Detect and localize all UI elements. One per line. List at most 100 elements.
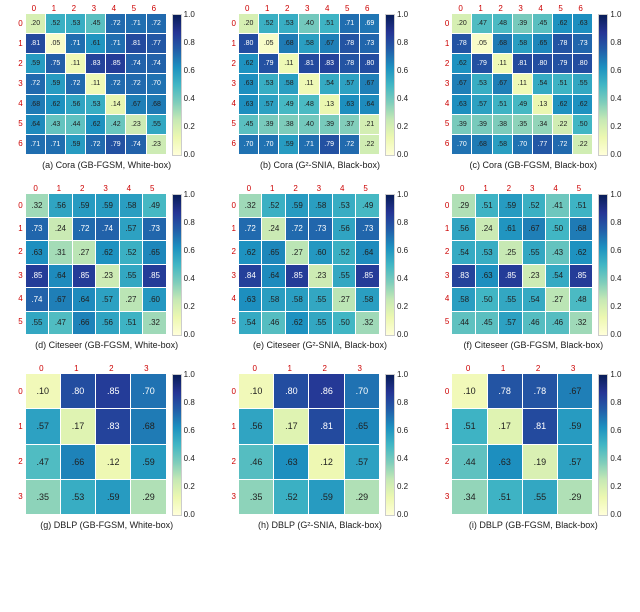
colorbar-tick: 0.8 <box>184 38 195 47</box>
heatmap-cell: .59 <box>66 135 85 154</box>
heatmap-cell: .05 <box>472 34 491 53</box>
heatmap-cell: .62 <box>286 312 309 335</box>
heatmap-cell: .56 <box>49 194 72 217</box>
colorbar-tick: 0.6 <box>184 66 195 75</box>
heatmap-cell: .83 <box>86 54 105 73</box>
heatmap-cell: .05 <box>46 34 65 53</box>
heatmap-cell: .55 <box>523 480 557 514</box>
heatmap-cell: .69 <box>360 14 379 33</box>
heatmap-cell: .68 <box>279 34 298 53</box>
heatmap-cell: .67 <box>49 288 72 311</box>
heatmap-d: .32.56.59.59.58.49.73.24.72.74.57.73.63.… <box>26 194 166 334</box>
heatmap-cell: .35 <box>513 115 532 134</box>
y-tick: 5 <box>445 119 449 128</box>
heatmap-cell: .73 <box>360 34 379 53</box>
heatmap-cell: .54 <box>523 288 546 311</box>
colorbar-d: 0.00.20.40.60.81.0 <box>172 194 200 336</box>
heatmap-cell: .10 <box>239 374 273 408</box>
y-tick: 3 <box>445 492 449 501</box>
heatmap-cell: .67 <box>320 34 339 53</box>
caption-f: (f) Citeseer (GB-FGSM, Black-box) <box>464 340 604 350</box>
x-axis-g: 0123 <box>26 364 166 374</box>
heatmap-cell: .44 <box>66 115 85 134</box>
heatmap-cell: .80 <box>533 54 552 73</box>
heatmap-cell: .63 <box>573 14 592 33</box>
heatmap-cell: .45 <box>476 312 499 335</box>
colorbar-ticks: 0.00.20.40.60.81.0 <box>608 15 626 155</box>
heatmap-cell: .57 <box>26 409 60 443</box>
y-axis-f: 012345 <box>440 194 452 334</box>
heatmap-cell: .53 <box>333 194 356 217</box>
heatmap-cell: .23 <box>523 265 546 288</box>
heatmap-cell: .62 <box>239 241 262 264</box>
heatmap-cell: .32 <box>356 312 379 335</box>
heatmap-cell: .58 <box>452 288 475 311</box>
x-tick: 4 <box>538 4 542 13</box>
heatmap-cell: .70 <box>345 374 379 408</box>
heatmap-cell: .62 <box>553 95 572 114</box>
colorbar-gradient <box>172 194 182 336</box>
y-tick: 3 <box>232 79 236 88</box>
chart-grid: 01234560123456.20.52.53.45.72.71.72.81.0… <box>0 4 640 530</box>
heatmap-cell: .59 <box>26 54 45 73</box>
y-tick: 4 <box>445 294 449 303</box>
x-tick: 3 <box>305 4 309 13</box>
heatmap-cell: .74 <box>147 54 166 73</box>
heatmap-cell: .74 <box>26 288 49 311</box>
heatmap-b: .20.52.53.40.51.71.69.80.05.68.58.67.78.… <box>239 14 379 154</box>
heatmap-cell: .77 <box>147 34 166 53</box>
heatmap-cell: .81 <box>26 34 45 53</box>
heatmap-cell: .49 <box>279 95 298 114</box>
heatmap-cell: .73 <box>356 218 379 241</box>
heatmap-cell: .72 <box>286 218 309 241</box>
heatmap-cell: .59 <box>131 445 165 479</box>
heatmap-cell: .55 <box>309 312 332 335</box>
heatmap-cell: .72 <box>239 218 262 241</box>
heatmap-cell: .35 <box>26 480 60 514</box>
heatmap-cell: .80 <box>573 54 592 73</box>
heatmap-cell: .70 <box>452 135 471 154</box>
colorbar-ticks: 0.00.20.40.60.81.0 <box>608 195 626 335</box>
heatmap-cell: .59 <box>96 480 130 514</box>
y-tick: 4 <box>18 99 22 108</box>
heatmap-f: .29.51.59.52.41.51.56.24.61.67.50.68.54.… <box>452 194 592 334</box>
heatmap-cell: .54 <box>533 74 552 93</box>
y-tick: 5 <box>232 317 236 326</box>
chart-row: 01230123.10.80.85.70.57.17.83.68.47.66.1… <box>0 364 640 530</box>
y-tick: 1 <box>445 422 449 431</box>
x-tick: 3 <box>530 184 534 193</box>
heatmap-cell: .79 <box>259 54 278 73</box>
heatmap-cell: .63 <box>274 445 308 479</box>
colorbar-tick: 0.6 <box>610 66 621 75</box>
x-tick: 0 <box>247 184 251 193</box>
heatmap-cell: .52 <box>523 194 546 217</box>
y-tick: 0 <box>232 201 236 210</box>
heatmap-cell: .51 <box>488 480 522 514</box>
heatmap-cell: .73 <box>573 34 592 53</box>
colorbar-tick: 0.4 <box>610 274 621 283</box>
colorbar-tick: 0.4 <box>610 94 621 103</box>
heatmap-cell: .32 <box>26 194 49 217</box>
heatmap-cell: .35 <box>239 480 273 514</box>
heatmap-cell: .62 <box>96 241 119 264</box>
colorbar-b: 0.00.20.40.60.81.0 <box>385 14 413 156</box>
heatmap-cell: .72 <box>340 135 359 154</box>
heatmap-cell: .57 <box>558 445 592 479</box>
heatmap-cell: .46 <box>262 312 285 335</box>
colorbar-g: 0.00.20.40.60.81.0 <box>172 374 200 516</box>
colorbar-tick: 1.0 <box>397 370 408 379</box>
caption-h: (h) DBLP (G²-SNIA, Black-box) <box>258 520 382 530</box>
heatmap-cell: .58 <box>493 135 512 154</box>
heatmap-cell: .85 <box>26 265 49 288</box>
heatmap-cell: .75 <box>46 54 65 73</box>
heatmap-cell: .73 <box>309 218 332 241</box>
colorbar-tick: 0.2 <box>397 122 408 131</box>
x-tick: 2 <box>80 184 84 193</box>
heatmap-cell: .79 <box>472 54 491 73</box>
heatmap-cell: .70 <box>513 135 532 154</box>
x-tick: 2 <box>322 364 326 373</box>
heatmap-cell: .85 <box>106 54 125 73</box>
heatmap-cell: .24 <box>49 218 72 241</box>
heatmap-cell: .80 <box>61 374 95 408</box>
heatmap-cell: .56 <box>239 409 273 443</box>
